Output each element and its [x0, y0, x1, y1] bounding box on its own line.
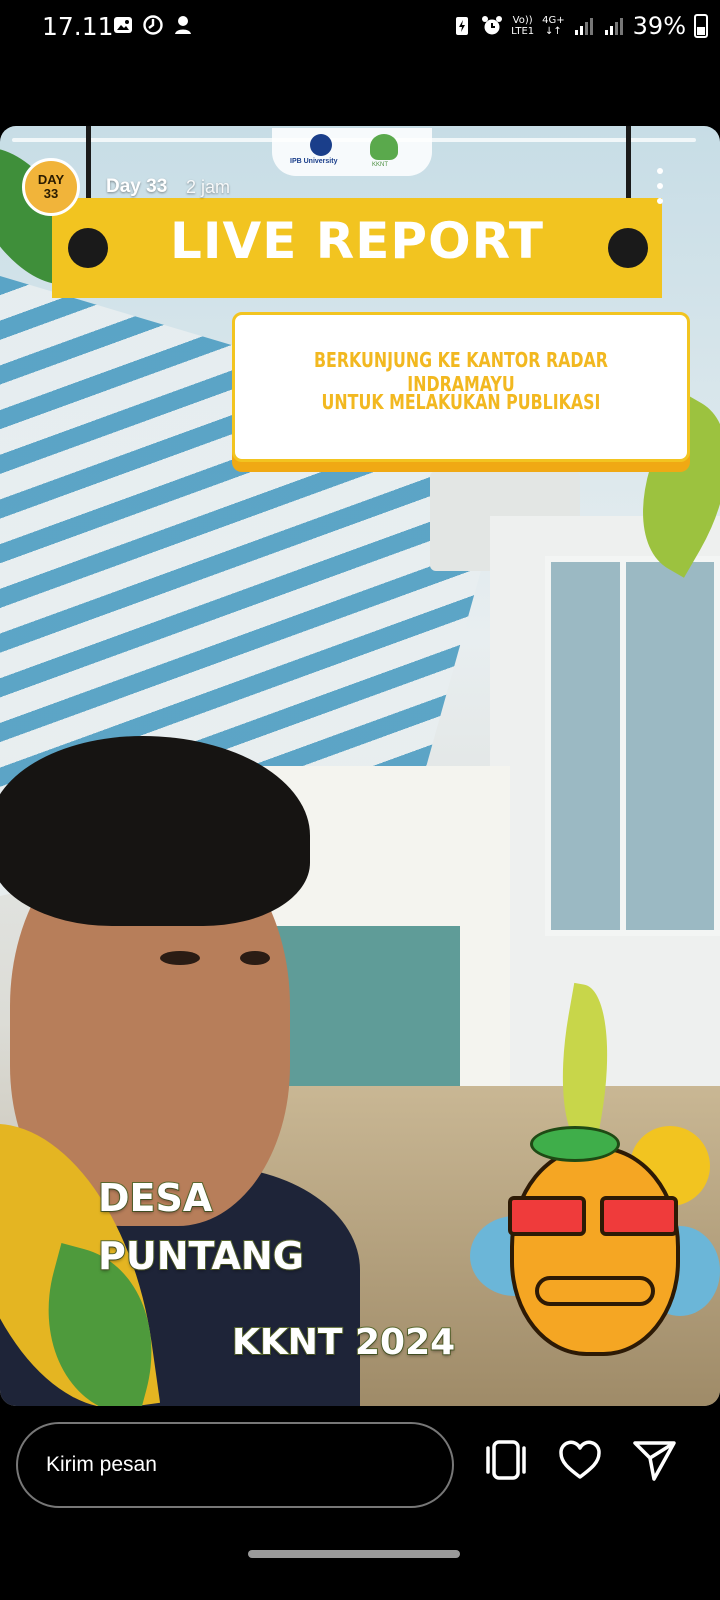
story-username[interactable]: Day 33: [106, 176, 167, 198]
notification-icons: [112, 14, 194, 36]
mascot-leaf: [530, 1126, 620, 1162]
person-eye-right: [240, 951, 270, 965]
logo-banner: [272, 128, 432, 176]
message-input[interactable]: Kirim pesan: [16, 1422, 454, 1508]
user-avatar[interactable]: DAY 33: [22, 158, 80, 216]
sticker-icon: [486, 1440, 526, 1480]
heart-icon: [559, 1440, 601, 1479]
home-indicator[interactable]: [248, 1550, 460, 1558]
send-icon: [633, 1441, 676, 1481]
ipb-logo: [310, 134, 332, 156]
status-time: 17.11: [42, 12, 114, 41]
signal-icon-2: [604, 18, 623, 35]
battery-saver-icon: [456, 17, 469, 35]
alarm-icon: [482, 16, 503, 35]
photo-door: [260, 926, 460, 1106]
status-bar: 17.11 Vo)) LTE1 4G+ ↓↑ 39%: [0, 0, 720, 52]
lte-label: LTE1: [511, 26, 535, 37]
clock-icon: [143, 15, 163, 35]
story-timestamp: 2 jam: [186, 177, 231, 197]
volte-label: Vo)): [512, 15, 533, 26]
caption-desa: DESA: [97, 1175, 213, 1221]
kknt-logo: [370, 134, 398, 160]
like-button[interactable]: [552, 1432, 608, 1488]
signal-icon: [574, 18, 593, 35]
story-viewer[interactable]: IPB University KKNT LIVE REPORT DAY 33 D…: [0, 126, 720, 1406]
caption-puntang: PUNTANG: [97, 1233, 305, 1279]
bitmoji-icon: [175, 16, 191, 34]
card-line-2: UNTUK MELAKUKAN PUBLIKASI: [321, 390, 601, 414]
volte-indicator: Vo)) LTE1: [511, 15, 534, 37]
system-icons: Vo)) LTE1 4G+ ↓↑ 39%: [451, 12, 708, 40]
caption-kknt: KKNT 2024: [231, 1321, 456, 1364]
data-arrows-icon: ↓↑: [545, 26, 562, 37]
gallery-icon: [114, 17, 132, 33]
person-eye-left: [160, 951, 200, 965]
reply-bar: Kirim pesan: [0, 1406, 720, 1600]
battery-percentage: 39%: [632, 12, 686, 40]
sign-title: LIVE REPORT: [170, 212, 544, 270]
photo-window: [545, 556, 720, 936]
mascot-sunglasses: [508, 1196, 682, 1236]
ipb-logo-text: IPB University: [290, 158, 338, 165]
network-label: 4G+: [542, 15, 565, 26]
share-button[interactable]: [626, 1432, 682, 1488]
mango-mascot: [510, 1146, 680, 1356]
message-placeholder: Kirim pesan: [46, 1453, 157, 1476]
photo-window-frame: [620, 556, 626, 936]
battery-icon: [694, 14, 708, 38]
avatar-label: DAY 33: [37, 172, 65, 201]
more-options-button[interactable]: [650, 168, 670, 204]
mascot-arms: [535, 1276, 655, 1306]
network-indicator: 4G+ ↓↑: [542, 15, 565, 37]
sticker-button[interactable]: [478, 1432, 534, 1488]
kknt-logo-text: KKNT: [372, 162, 389, 168]
more-vertical-icon: [657, 168, 663, 174]
card-line-1: BERKUNJUNG KE KANTOR RADAR INDRAMAYU: [313, 348, 609, 396]
